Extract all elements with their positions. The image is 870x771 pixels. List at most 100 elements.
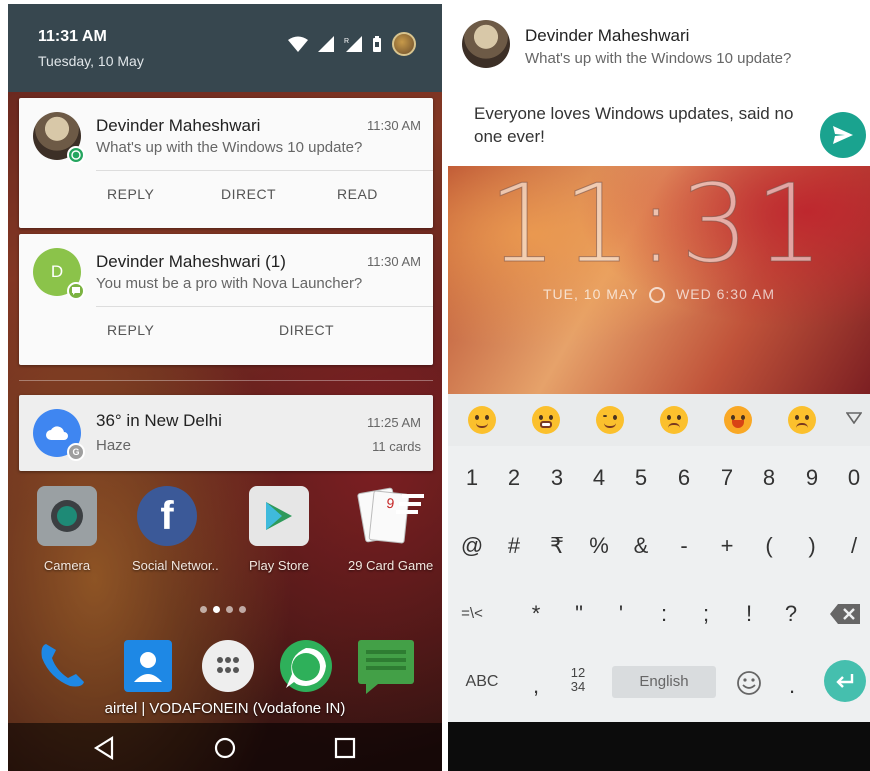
emoji-angry-icon[interactable] [788, 406, 816, 434]
key-2[interactable]: 2 [496, 458, 532, 498]
key-rupee[interactable]: ₹ [539, 526, 575, 566]
emoji-laugh-icon[interactable] [724, 406, 752, 434]
key-1[interactable]: 1 [454, 458, 490, 498]
key-0[interactable]: 0 [836, 458, 870, 498]
key-minus[interactable]: - [666, 526, 702, 566]
quick-reply-header: Devinder Maheshwari What's up with the W… [448, 4, 870, 90]
contacts-icon[interactable] [118, 636, 178, 696]
emoji-smile-icon[interactable] [468, 406, 496, 434]
notification-whatsapp[interactable]: Devinder Maheshwari What's up with the W… [19, 98, 433, 228]
app-label: Play Store [249, 558, 309, 573]
space-bar[interactable]: English [612, 666, 716, 698]
phone-icon[interactable] [32, 636, 92, 696]
reply-input[interactable]: Everyone loves Windows updates, said no … [474, 102, 794, 148]
notification-time: 11:30 AM [367, 118, 421, 133]
emoji-keyboard-icon[interactable] [736, 670, 762, 696]
backspace-icon[interactable] [830, 604, 860, 624]
key-comma[interactable]: , [518, 666, 554, 706]
lockscreen-preview: 11:31 TUE, 10 MAY WED 6:30 AM [448, 166, 870, 394]
app-drawer-icon[interactable] [198, 636, 258, 696]
carrier-label: airtel | VODAFONEIN (Vodafone IN) [104, 700, 346, 717]
key-number-switch[interactable]: 12 34 [560, 662, 596, 702]
camera-icon [37, 486, 97, 546]
key-semicolon[interactable]: ; [688, 594, 724, 634]
send-button[interactable] [820, 112, 866, 158]
key-5[interactable]: 5 [623, 458, 659, 498]
app-play-store[interactable]: Play Store [244, 486, 314, 573]
direct-button[interactable]: DIRECT [221, 186, 276, 202]
key-close-paren[interactable]: ) [794, 526, 830, 566]
key-colon[interactable]: : [646, 594, 682, 634]
divider [96, 170, 433, 171]
emoji-suggestion-row [448, 394, 870, 446]
key-percent[interactable]: % [581, 526, 617, 566]
messages-icon[interactable] [356, 636, 416, 696]
emoji-wink-icon[interactable] [596, 406, 624, 434]
user-avatar[interactable] [392, 32, 416, 56]
key-exclamation[interactable]: ! [731, 594, 767, 634]
reply-button[interactable]: REPLY [107, 322, 154, 338]
reply-input-area[interactable]: Everyone loves Windows updates, said no … [448, 90, 870, 166]
clear-all-icon[interactable] [396, 494, 424, 516]
enter-button[interactable] [824, 660, 866, 702]
key-double-quote[interactable]: " [561, 594, 597, 634]
keyboard: 1 2 3 4 5 6 7 8 9 0 @ # ₹ % & - + ( ) / … [448, 394, 870, 722]
emoji-grin-icon[interactable] [532, 406, 560, 434]
home-icon[interactable] [212, 735, 238, 761]
status-date: Tuesday, 10 May [38, 53, 144, 69]
contact-avatar [462, 20, 510, 68]
direct-button[interactable]: DIRECT [279, 322, 334, 338]
notification-shade-header[interactable]: 11:31 AM Tuesday, 10 May R [8, 4, 442, 92]
home-app-row: Camera f Social Networ.. Play Store 9 29… [8, 486, 442, 586]
app-label: Camera [43, 558, 91, 573]
cards-count: 11 cards [372, 439, 421, 454]
reply-button[interactable]: REPLY [107, 186, 154, 202]
page-indicator [200, 606, 246, 613]
notification-weather[interactable]: G 36° in New Delhi Haze 11:25 AM 11 card… [19, 395, 433, 471]
key-slash[interactable]: / [836, 526, 870, 566]
key-abc[interactable]: ABC [458, 662, 506, 702]
notification-actions: REPLY DIRECT [19, 322, 433, 342]
app-label: Social Networ.. [132, 558, 219, 573]
app-camera[interactable]: Camera [32, 486, 102, 573]
key-8[interactable]: 8 [751, 458, 787, 498]
key-open-paren[interactable]: ( [751, 526, 787, 566]
key-7[interactable]: 7 [709, 458, 745, 498]
num-switch-top: 12 [570, 665, 586, 680]
lock-alarm: WED 6:30 AM [676, 286, 775, 302]
lock-date: TUE, 10 MAY [543, 286, 639, 302]
key-question[interactable]: ? [773, 594, 809, 634]
key-3[interactable]: 3 [539, 458, 575, 498]
key-more-symbols[interactable]: =\< [454, 594, 490, 634]
alarm-clock-icon [649, 287, 666, 304]
expand-down-icon[interactable] [846, 412, 862, 424]
key-4[interactable]: 4 [581, 458, 617, 498]
key-plus[interactable]: + [709, 526, 745, 566]
key-single-quote[interactable]: ' [603, 594, 639, 634]
signal-roaming-icon: R [344, 36, 362, 52]
weather-condition: Haze [96, 437, 132, 454]
lock-clock: 11:31 [488, 166, 830, 288]
key-hash[interactable]: # [496, 526, 532, 566]
read-button[interactable]: READ [337, 186, 378, 202]
key-9[interactable]: 9 [794, 458, 830, 498]
app-social-networks[interactable]: f Social Networ.. [132, 486, 219, 573]
facebook-icon: f [137, 486, 197, 546]
dock [8, 636, 442, 706]
key-6[interactable]: 6 [666, 458, 702, 498]
emoji-sad-icon[interactable] [660, 406, 688, 434]
notification-message: You must be a pro with Nova Launcher? [96, 275, 363, 292]
signal-icon [318, 36, 334, 52]
key-period[interactable]: . [774, 666, 810, 706]
app-label: 29 Card Game [348, 558, 434, 573]
back-icon[interactable] [92, 735, 118, 761]
whatsapp-icon[interactable] [276, 636, 336, 696]
wifi-icon [288, 36, 308, 52]
key-at[interactable]: @ [454, 526, 490, 566]
recents-icon[interactable] [332, 735, 358, 761]
svg-text:R: R [344, 38, 349, 45]
key-ampersand[interactable]: & [623, 526, 659, 566]
notification-messages[interactable]: D Devinder Maheshwari (1) You must be a … [19, 234, 433, 365]
key-asterisk[interactable]: * [518, 594, 554, 634]
shade-divider [19, 380, 433, 381]
